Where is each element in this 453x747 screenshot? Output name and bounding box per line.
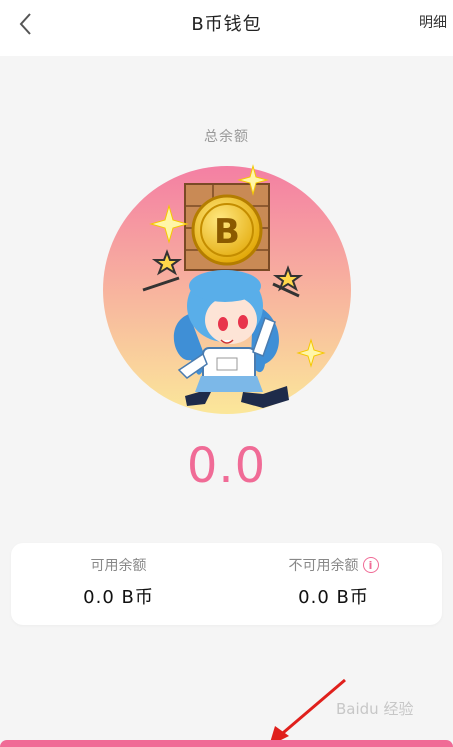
available-balance-value: 0.0 B币 [83,587,154,608]
unavailable-balance: 不可用余额 i 0.0 B币 [226,555,441,609]
mascot-illustration: B [103,164,351,414]
coin-icon: B [191,194,263,266]
total-balance-label: 总余额 [204,129,249,145]
page-title: B币钱包 [191,14,262,35]
unavailable-balance-label: 不可用余额 [288,558,359,574]
watermark: Baidu 经验 [336,700,414,718]
top-bar: B币钱包 明细 [0,0,453,56]
available-balance: 可用余额 0.0 B币 [11,555,226,609]
info-icon[interactable]: i [362,557,379,573]
coin-letter: B [214,212,240,252]
total-balance-amount: 0.0 [186,438,267,494]
recharge-button[interactable] [0,740,453,747]
detail-link[interactable]: 明细 [419,12,447,32]
unavailable-balance-label-wrap: 不可用余额 i [289,555,379,575]
balance-card: 可用余额 0.0 B币 不可用余额 i 0.0 B币 [11,543,442,625]
unavailable-balance-value: 0.0 B币 [298,587,369,608]
available-balance-label: 可用余额 [90,558,147,574]
